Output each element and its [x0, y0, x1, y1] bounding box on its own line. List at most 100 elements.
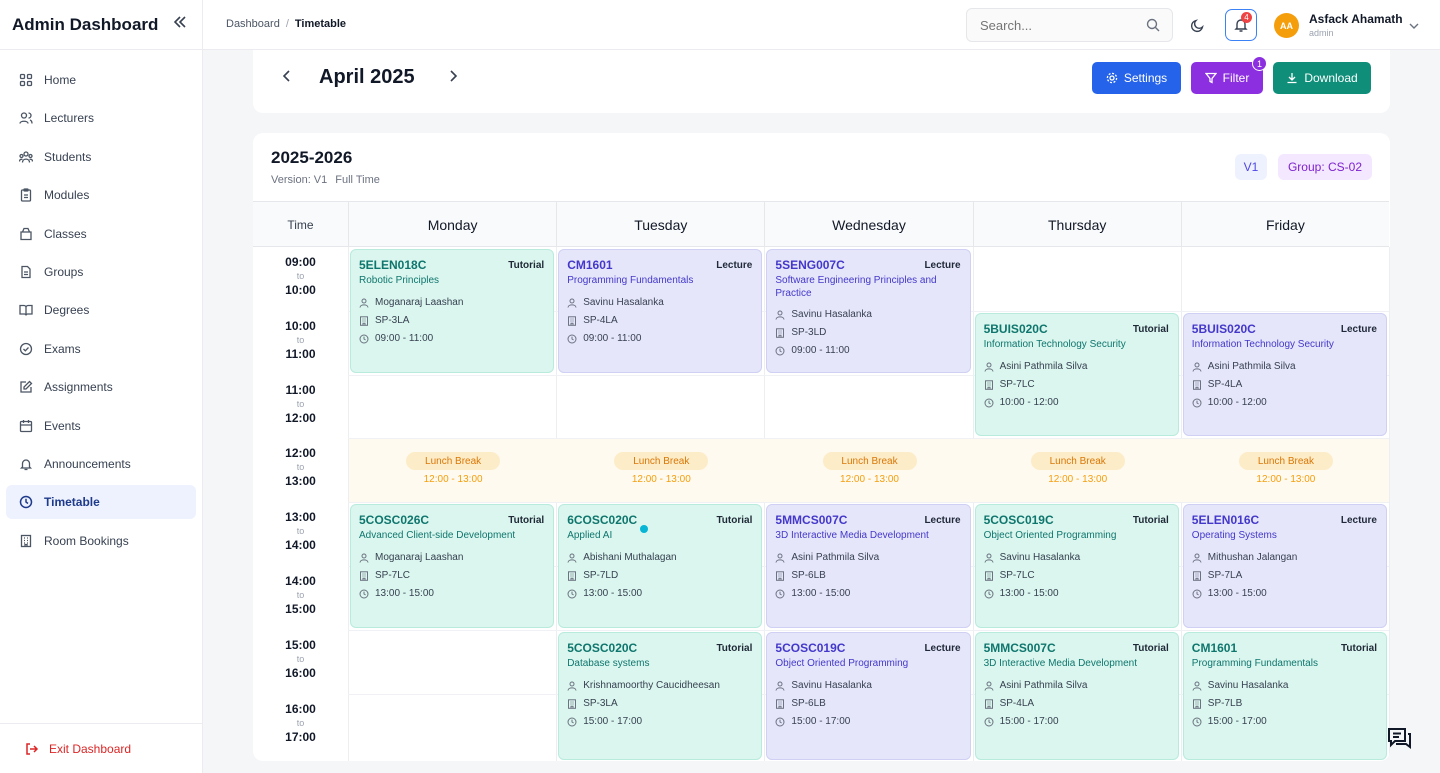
notifications-button[interactable]: 4 — [1225, 9, 1257, 41]
room-row: SP-3LA — [359, 315, 463, 326]
time-slot-to: to — [296, 399, 305, 409]
filter-label: Filter — [1222, 71, 1250, 85]
lecturer-name: Moganaraj Laashan — [375, 297, 464, 308]
person-icon — [359, 298, 371, 308]
exit-dashboard-button[interactable]: Exit Dashboard — [0, 723, 202, 773]
session-type-badge: Lecture — [1340, 324, 1377, 335]
lunch-break-badge: Lunch Break — [406, 452, 501, 470]
lecturer-name: Savinu Hasalanka — [791, 680, 872, 691]
grid-column-divider — [1180, 247, 1182, 761]
class-session-card[interactable]: 5ELEN016C Lecture Operating Systems Mithush… — [1182, 504, 1387, 628]
time-column-header: Time — [287, 217, 314, 232]
room-code: SP-4LA — [999, 698, 1035, 709]
lecturer-name: Savinu Hasalanka — [583, 297, 664, 308]
class-session-card[interactable]: 5COSC019C Lecture Object Oriented Programm… — [766, 632, 971, 760]
clock-icon — [1192, 398, 1204, 408]
lunch-break-badge: Lunch Break — [1238, 452, 1333, 470]
lunch-break-badge: Lunch Break — [614, 452, 709, 470]
dark-mode-icon[interactable] — [1190, 17, 1206, 38]
clipboard-icon — [19, 188, 33, 202]
avatar[interactable]: AA — [1274, 13, 1299, 38]
session-details: Savinu Hasalanka SP-7LC 13:00 - 15:00 — [984, 545, 1080, 599]
sidebar-item-lecturers[interactable]: Lecturers — [6, 101, 196, 135]
lecturer-name: Moganaraj Laashan — [375, 552, 464, 563]
sidebar-item-events[interactable]: Events — [6, 409, 196, 443]
sidebar-item-timetable[interactable]: Timetable — [6, 485, 196, 520]
room-row: SP-6LB — [775, 570, 879, 581]
room-code: SP-6LB — [791, 570, 826, 581]
session-details: Moganaraj Laashan SP-7LC 13:00 - 15:00 — [359, 545, 463, 599]
sidebar-item-assignments[interactable]: Assignments — [6, 370, 196, 404]
time-slot-to: to — [296, 462, 305, 472]
clock-icon — [1192, 717, 1204, 727]
class-session-card[interactable]: 5COSC019C Tutorial Object Oriented Program… — [974, 504, 1179, 628]
lunch-break-badge: Lunch Break — [1030, 452, 1125, 470]
class-session-card[interactable]: 5SENG007C Lecture Software Engineering Pri… — [766, 249, 971, 373]
sidebar-item-modules[interactable]: Modules — [6, 178, 196, 212]
session-details: Krishnamoorthy Caucidheesan SP-3LA 15:00 -… — [567, 673, 720, 727]
time-row: 13:00 - 15:00 — [359, 588, 463, 599]
time-slot-to: to — [296, 654, 305, 664]
sidebar-item-home[interactable]: Home — [6, 63, 196, 97]
sidebar-item-degrees[interactable]: Degrees — [6, 293, 196, 327]
class-session-card[interactable]: 5MMCS007C Lecture 3D Interactive Media Dev… — [766, 504, 971, 628]
class-session-card[interactable]: 5COSC026C Tutorial Advanced Client-side De… — [350, 504, 555, 628]
session-type-badge: Tutorial — [1341, 643, 1377, 654]
class-session-card[interactable]: 5MMCS007C Tutorial 3D Interactive Media De… — [974, 632, 1179, 760]
class-session-card[interactable]: 5BUIS020C Lecture Information Technology S… — [1182, 313, 1387, 436]
time-slot-label: 14:00 to 15:00 — [253, 574, 348, 616]
time-slot-start: 11:00 — [285, 383, 316, 397]
timetable-header-row: Time Monday Tuesday Wednesday Thursday Frida… — [253, 202, 1389, 247]
class-session-card[interactable]: CM1601 Lecture Programming Fundamentals Sav… — [558, 249, 763, 373]
lecturer-row: Savinu Hasalanka — [567, 297, 664, 308]
prev-month-icon[interactable] — [280, 69, 294, 88]
next-month-icon[interactable] — [446, 69, 460, 88]
breadcrumb-dashboard[interactable]: Dashboard — [226, 18, 280, 30]
chevron-down-icon[interactable] — [1408, 19, 1420, 37]
sidebar-item-room-bookings[interactable]: Room Bookings — [6, 524, 196, 558]
module-name: Advanced Client-side Development — [359, 530, 516, 541]
search-input[interactable] — [967, 17, 1137, 33]
download-button[interactable]: Download — [1273, 62, 1371, 94]
filter-button[interactable]: Filter 1 — [1191, 56, 1267, 94]
session-details: Asini Pathmila Silva SP-7LC 10:00 - 12:00 — [984, 354, 1087, 408]
chat-icon[interactable] — [1385, 724, 1413, 757]
session-type-badge: Tutorial — [1132, 515, 1169, 526]
sidebar-item-label: Home — [44, 73, 77, 87]
class-session-card[interactable]: CM1601 Tutorial Programming Fundamentals Sa… — [1182, 632, 1387, 760]
sidebar-item-label: Exams — [44, 341, 81, 356]
search-icon[interactable] — [1146, 18, 1160, 37]
session-time: 15:00 - 17:00 — [583, 716, 643, 727]
person-icon — [567, 553, 579, 563]
time-row: 13:00 - 15:00 — [1192, 588, 1298, 599]
class-session-card[interactable]: 5ELEN018C Tutorial Robotic Principles Mogan… — [350, 249, 555, 373]
person-icon — [359, 553, 371, 563]
sidebar-item-label: Events — [44, 418, 81, 433]
user-name[interactable]: Asfack Ahamath — [1309, 12, 1403, 26]
collapse-sidebar-icon[interactable] — [172, 14, 188, 35]
sidebar-item-classes[interactable]: Classes — [6, 217, 196, 251]
room-row: SP-7LC — [359, 570, 463, 581]
settings-button[interactable]: Settings — [1092, 62, 1181, 94]
sidebar-item-students[interactable]: Students — [6, 140, 196, 174]
room-code: SP-7LB — [1207, 698, 1243, 709]
class-session-card[interactable]: 5COSC020C Tutorial Database systems Krishna… — [558, 632, 763, 760]
sidebar-item-announcements[interactable]: Announcements — [6, 447, 196, 481]
room-code: SP-7LA — [1207, 570, 1243, 581]
time-slot-start: 12:00 — [285, 446, 316, 460]
session-details: Savinu Hasalanka SP-7LB 15:00 - 17:00 — [1192, 673, 1288, 727]
sidebar-item-label: Assignments — [44, 380, 113, 395]
lecturer-name: Asini Pathmila Silva — [791, 552, 880, 563]
session-time: 13:00 - 15:00 — [791, 588, 851, 599]
time-row: 13:00 - 15:00 — [567, 588, 676, 599]
sidebar-item-exams[interactable]: Exams — [6, 332, 196, 366]
building-icon — [19, 534, 33, 548]
session-time: 15:00 - 17:00 — [1207, 716, 1267, 727]
sidebar-item-groups[interactable]: Groups — [6, 255, 196, 289]
lecturer-name: Asini Pathmila Silva — [1207, 361, 1296, 372]
class-session-card[interactable]: 5BUIS020C Tutorial Information Technology … — [974, 313, 1179, 436]
session-time: 10:00 - 12:00 — [1207, 397, 1267, 408]
class-session-card[interactable]: 6COSC020C Tutorial Applied AI Abishani Muth… — [558, 504, 763, 628]
room-code: SP-4LA — [1207, 379, 1243, 390]
person-icon — [567, 298, 579, 308]
